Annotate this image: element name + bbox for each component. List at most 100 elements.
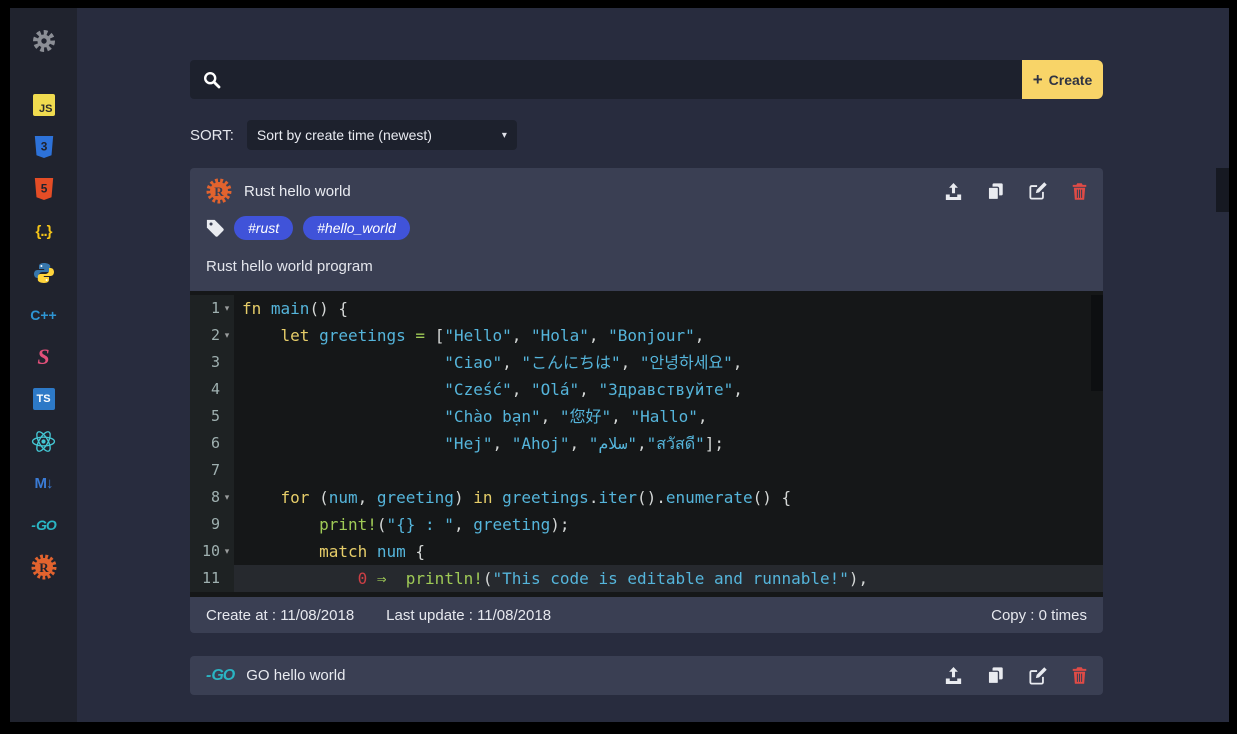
fold-arrow-icon[interactable]: ▾ (220, 322, 234, 349)
upload-button[interactable] (945, 183, 962, 200)
sidebar-item-javascript[interactable]: JS (31, 92, 57, 118)
go-logo-icon: -GO (206, 667, 234, 685)
snippet-footer: Create at : 11/08/2018 Last update : 11/… (190, 597, 1103, 633)
sort-label: SORT: (190, 127, 234, 144)
search-icon (203, 71, 221, 89)
sidebar: JS 3 5 {..} C++ (10, 8, 77, 722)
sidebar-item-css[interactable]: 3 (31, 134, 57, 160)
code-line[interactable]: 9 print!("{} : ", greeting); (190, 511, 1103, 538)
line-number: 8▾ (190, 484, 234, 511)
search-bar (190, 60, 1022, 99)
copy-button[interactable] (987, 667, 1004, 684)
sidebar-item-html[interactable]: 5 (31, 176, 57, 202)
main-area: + Create SORT: Sort by create time (newe… (77, 8, 1229, 722)
line-number: 6 (190, 430, 234, 457)
upload-icon (945, 667, 962, 684)
copy-icon (987, 667, 1004, 684)
window-scrollbar[interactable] (1216, 168, 1229, 212)
svg-text:R: R (214, 184, 224, 199)
typescript-icon: TS (33, 388, 55, 410)
line-number: 10▾ (190, 538, 234, 565)
sidebar-item-markdown[interactable]: M↓ (31, 470, 57, 496)
app-window: JS 3 5 {..} C++ (10, 8, 1229, 722)
settings-button[interactable] (31, 28, 57, 54)
go-icon: -GO (31, 517, 55, 533)
copy-count: Copy : 0 times (991, 607, 1087, 624)
rust-icon: R (31, 554, 57, 580)
sort-dropdown[interactable]: Sort by create time (newest) ▾ (247, 120, 517, 150)
rust-logo-icon: R (206, 178, 232, 204)
copy-button[interactable] (987, 183, 1004, 200)
edit-icon (1029, 182, 1047, 200)
edit-icon (1029, 667, 1047, 685)
trash-icon (1072, 667, 1087, 684)
snippet-title: Rust hello world (244, 183, 351, 200)
upload-button[interactable] (945, 667, 962, 684)
code-editor[interactable]: 1▾fn main() {2▾ let greetings = ["Hello"… (190, 291, 1103, 597)
cpp-icon: C++ (30, 307, 56, 323)
upload-icon (945, 183, 962, 200)
tag-rust[interactable]: #rust (234, 216, 293, 240)
delete-button[interactable] (1072, 667, 1087, 684)
edit-button[interactable] (1029, 182, 1047, 200)
delete-button[interactable] (1072, 183, 1087, 200)
fold-arrow-icon[interactable]: ▾ (220, 484, 234, 511)
fold-arrow-icon[interactable]: ▾ (220, 538, 234, 565)
line-number: 2▾ (190, 322, 234, 349)
sidebar-item-react[interactable] (31, 428, 57, 454)
code-line[interactable]: 10▾ match num { (190, 538, 1103, 565)
copy-icon (987, 183, 1004, 200)
sidebar-item-sass[interactable]: S (31, 344, 57, 370)
svg-text:R: R (39, 560, 49, 575)
sidebar-item-python[interactable] (31, 260, 57, 286)
sidebar-item-go[interactable]: -GO (31, 512, 57, 538)
line-number: 11 (190, 565, 234, 592)
svg-text:3: 3 (40, 140, 47, 154)
line-number: 5 (190, 403, 234, 430)
code-line[interactable]: 6 "Hej", "Ahoj", "سلام","สวัสดี"]; (190, 430, 1103, 457)
snippet-card-rust: R Rust hello world (190, 168, 1103, 633)
search-input[interactable] (231, 70, 1022, 89)
sidebar-item-cpp[interactable]: C++ (31, 302, 57, 328)
line-number: 4 (190, 376, 234, 403)
code-line[interactable]: 1▾fn main() { (190, 295, 1103, 322)
sidebar-item-typescript[interactable]: TS (31, 386, 57, 412)
sort-selected-value: Sort by create time (newest) (257, 127, 432, 143)
snippet-title: GO hello world (246, 667, 345, 684)
json-icon: {..} (35, 223, 51, 240)
fold-arrow-icon[interactable]: ▾ (220, 295, 234, 322)
line-number: 7 (190, 457, 234, 484)
tag-icon (206, 219, 224, 237)
code-line[interactable]: 8▾ for (num, greeting) in greetings.iter… (190, 484, 1103, 511)
python-icon (32, 261, 56, 285)
line-number: 9 (190, 511, 234, 538)
react-icon (31, 429, 56, 454)
code-line[interactable]: 11 0 ⇒ println!("This code is editable a… (190, 565, 1103, 592)
sass-icon: S (37, 344, 49, 370)
sidebar-item-rust[interactable]: R (31, 554, 57, 580)
sidebar-item-json[interactable]: {..} (31, 218, 57, 244)
gear-icon (32, 29, 56, 53)
code-line[interactable]: 3 "Ciao", "こんにちは", "안녕하세요", (190, 349, 1103, 376)
javascript-icon: JS (33, 94, 55, 116)
css3-icon: 3 (33, 135, 55, 159)
edit-button[interactable] (1029, 667, 1047, 685)
create-button[interactable]: + Create (1022, 60, 1103, 99)
code-line[interactable]: 7 (190, 457, 1103, 484)
line-number: 1▾ (190, 295, 234, 322)
dropdown-arrow-icon: ▾ (502, 130, 507, 141)
code-scrollbar[interactable] (1091, 295, 1103, 391)
code-line[interactable]: 4 "Cześć", "Olá", "Здравствуйте", (190, 376, 1103, 403)
svg-text:5: 5 (40, 182, 47, 196)
snippet-description: Rust hello world program (190, 248, 1103, 291)
created-at: Create at : 11/08/2018 (206, 607, 354, 624)
snippet-card-go: -GO GO hello world (190, 656, 1103, 695)
markdown-icon: M↓ (35, 475, 53, 492)
plus-icon: + (1033, 71, 1043, 88)
trash-icon (1072, 183, 1087, 200)
code-line[interactable]: 5 "Chào bạn", "您好", "Hallo", (190, 403, 1103, 430)
tag-hello-world[interactable]: #hello_world (303, 216, 410, 240)
code-line[interactable]: 2▾ let greetings = ["Hello", "Hola", "Bo… (190, 322, 1103, 349)
line-number: 3 (190, 349, 234, 376)
html5-icon: 5 (33, 177, 55, 201)
